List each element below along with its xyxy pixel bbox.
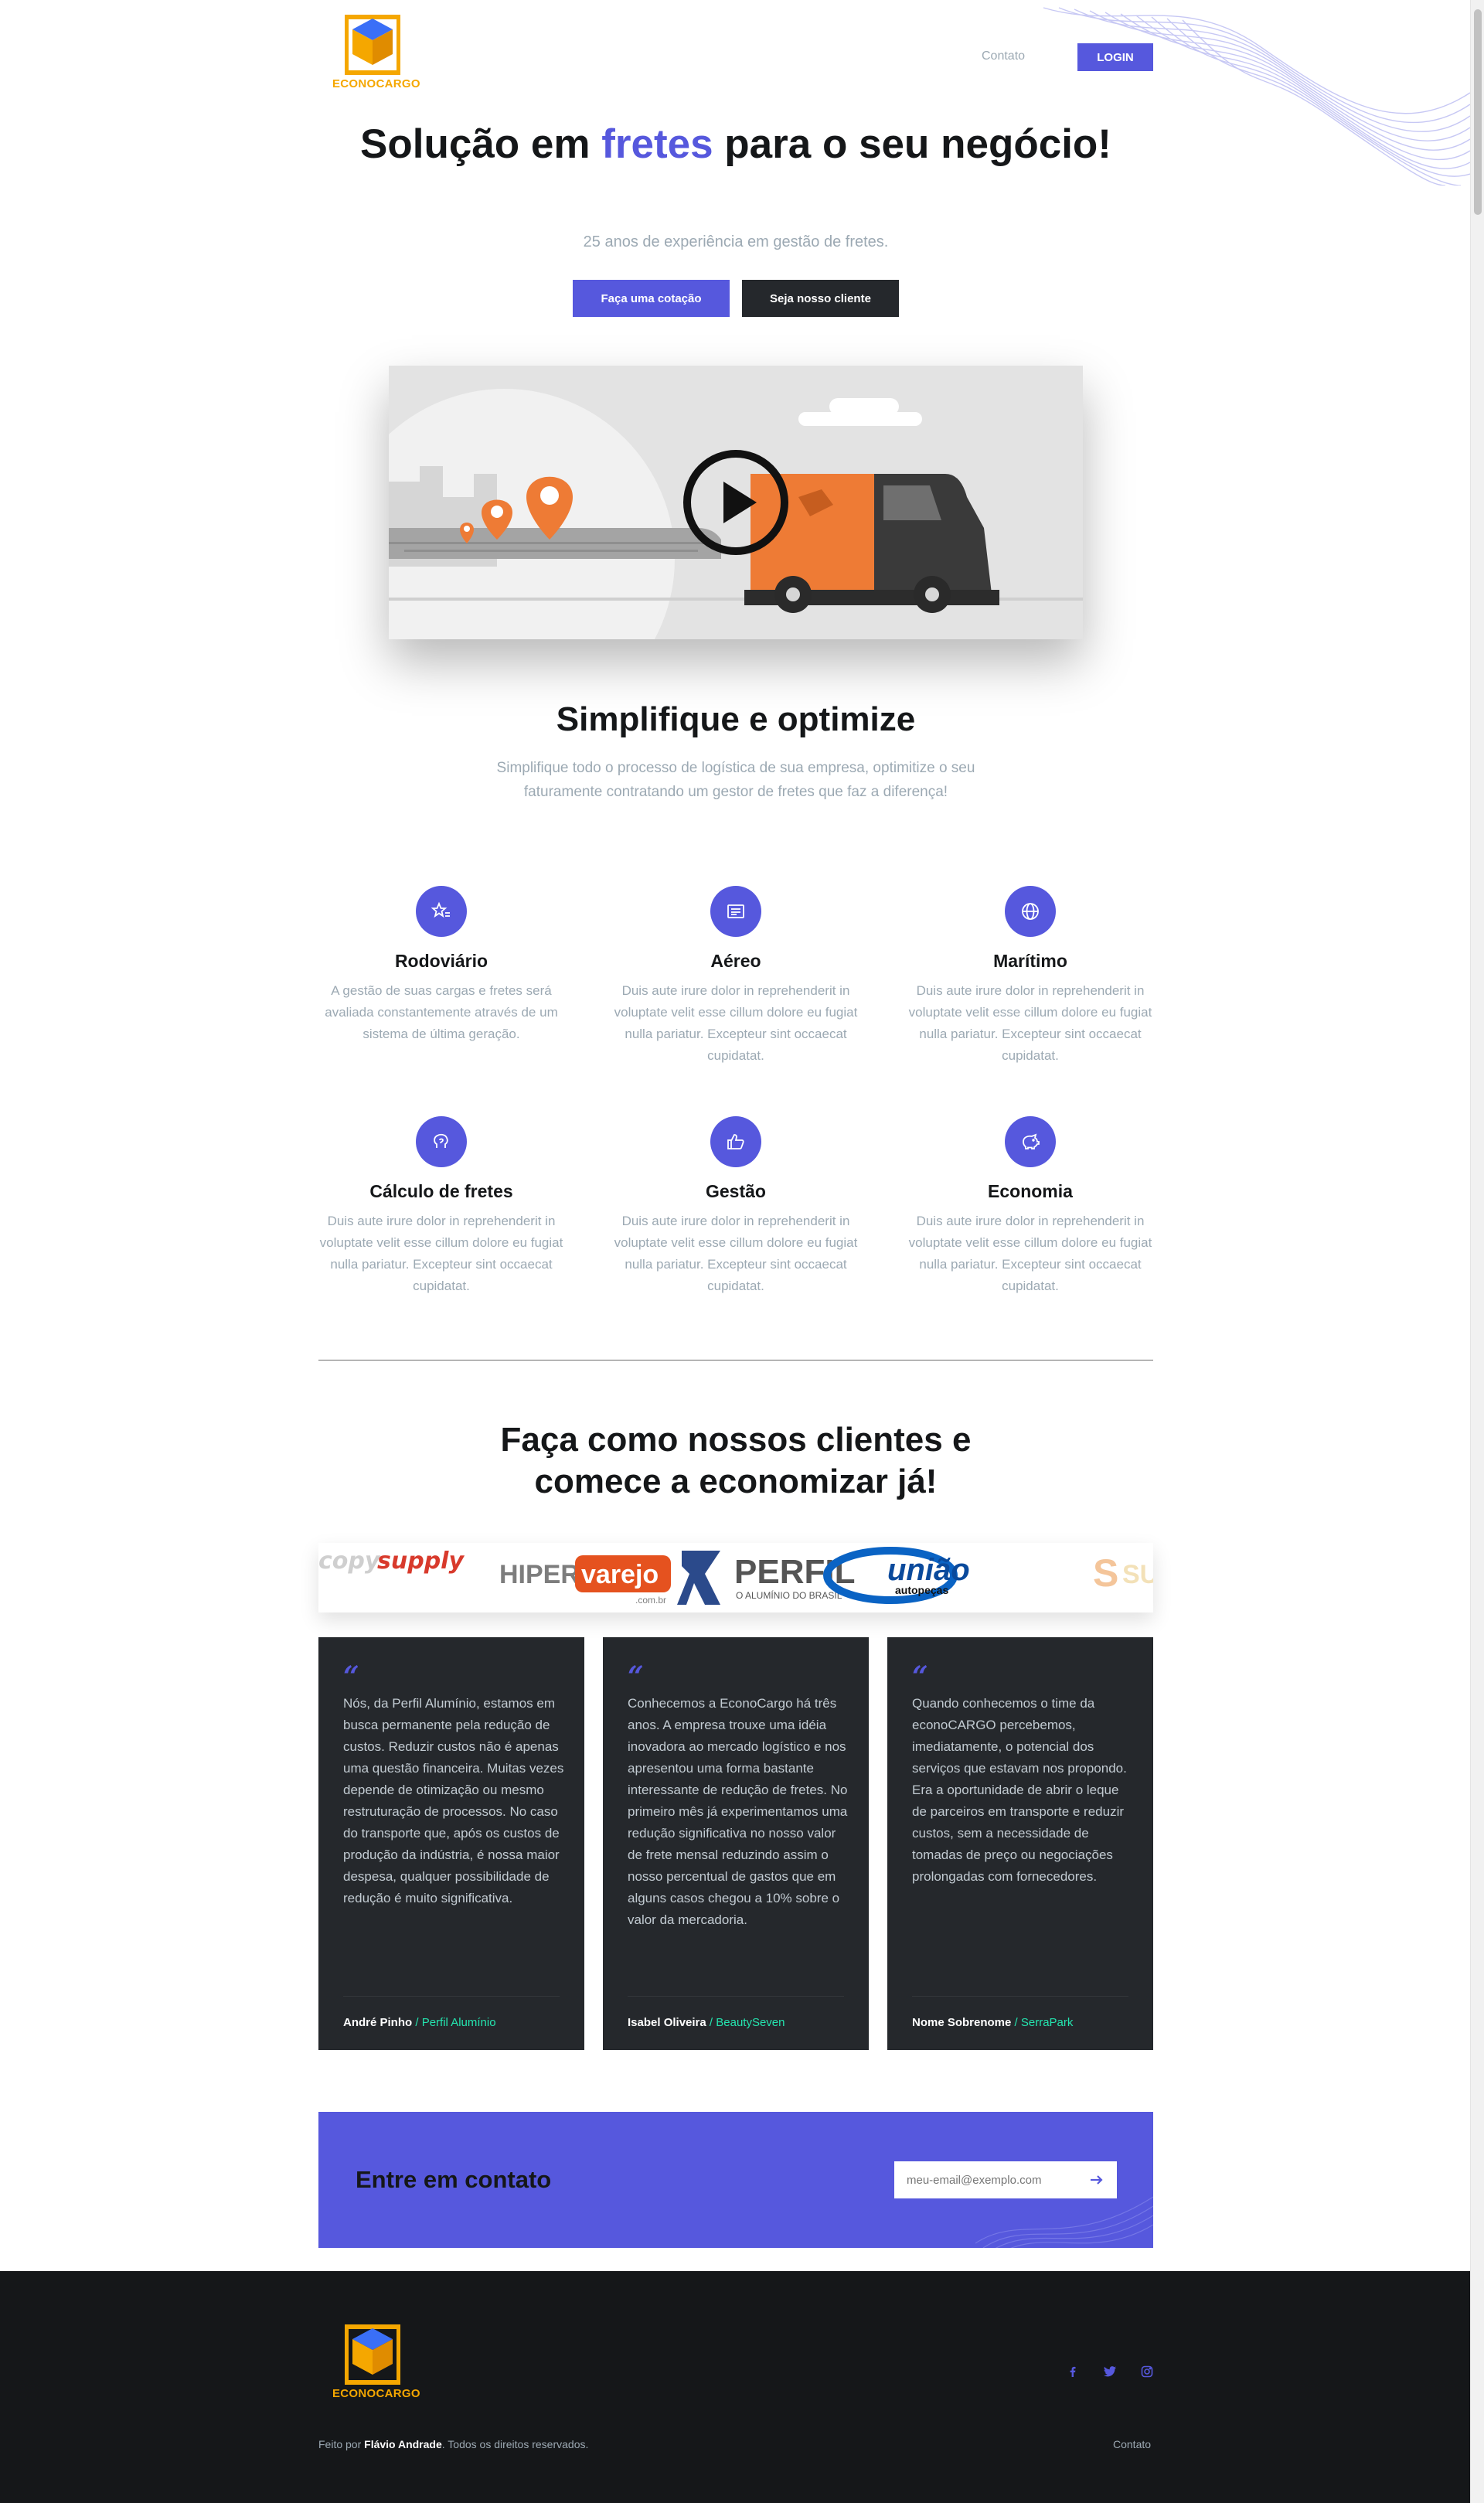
author-company[interactable]: SerraPark: [1021, 2016, 1074, 2029]
arrow-right-icon[interactable]: [1087, 2171, 1106, 2189]
client-logo-copysupply: copy supply: [318, 1548, 465, 1575]
uniao-part: autopeças: [895, 1584, 948, 1596]
login-button[interactable]: LOGIN: [1077, 43, 1153, 71]
testimonial-text: Conhecemos a EconoCargo há três anos. A …: [628, 1696, 848, 1927]
clients-title: Faça como nossos clientes e comece a econ…: [318, 1419, 1153, 1503]
copysupply-part: supply: [377, 1548, 465, 1575]
clients-title-line: Faça como nossos clientes e: [500, 1421, 972, 1459]
hipervarejo-part: varejo: [581, 1560, 659, 1589]
author-separator: /: [1011, 2016, 1021, 2029]
quote-button[interactable]: Faça uma cotação: [573, 280, 730, 317]
copyright-rights: . Todos os direitos reservados.: [441, 2438, 589, 2450]
author-name: André Pinho: [343, 2016, 413, 2029]
testimonial-author: Isabel Oliveira / BeautySeven: [628, 2016, 785, 2029]
feature-title: Marítimo: [993, 951, 1067, 971]
nav-contact-link[interactable]: Contato: [982, 49, 1025, 63]
testimonial-author: Nome Sobrenome / SerraPark: [912, 2016, 1073, 2029]
testimonial-card: “ Conhecemos a EconoCargo há três anos. …: [603, 1637, 869, 2050]
brain-icon: [416, 1116, 467, 1167]
testimonial-divider: [628, 1996, 844, 1997]
hipervarejo-part: HIPER: [499, 1560, 580, 1589]
testimonial-text: Nós, da Perfil Alumínio, estamos em busc…: [343, 1696, 564, 1905]
author-name: Nome Sobrenome: [912, 2016, 1012, 2029]
quote-icon: “: [912, 1660, 928, 1693]
document-icon: [710, 886, 761, 937]
quote-icon: “: [343, 1660, 359, 1693]
cube-logo-icon: [345, 2324, 400, 2385]
copysupply-part: copy: [318, 1548, 381, 1575]
instagram-icon[interactable]: [1138, 2362, 1156, 2381]
features-subtitle: Simplifique todo o processo de logística…: [496, 760, 975, 800]
author-name: Isabel Oliveira: [628, 2016, 706, 2029]
feature-title: Cálculo de fretes: [369, 1181, 513, 1201]
feature-text: Duis aute irure dolor in reprehenderit i…: [614, 1214, 858, 1293]
footer-contact-link[interactable]: Contato: [1113, 2438, 1151, 2450]
cube-logo-icon: [345, 15, 400, 75]
author-company[interactable]: BeautySeven: [716, 2016, 785, 2029]
feature-title: Gestão: [706, 1181, 766, 1201]
page-scrollbar[interactable]: [1470, 0, 1484, 2503]
hero-video[interactable]: [389, 366, 1083, 639]
hero-title-part: para o seu negócio!: [713, 121, 1111, 167]
author-separator: /: [706, 2016, 716, 2029]
client-logos: copy supply HIPER varejo .com.br PERFIL …: [318, 1547, 1153, 1606]
hero-title: Solução em fretes para o seu negócio!: [318, 119, 1153, 170]
footer-brand-name: ECONOCARGO: [332, 2387, 420, 2400]
perfil-part: O ALUMÍNIO DO BRASIL: [736, 1589, 842, 1601]
truck-illustration: [389, 366, 1083, 639]
hero-title-accent: fretes: [601, 121, 713, 167]
footer-logo[interactable]: ECONOCARGO: [332, 2324, 420, 2407]
contact-cta: Entre em contato: [318, 2112, 1153, 2248]
testimonial-divider: [343, 1996, 560, 1997]
twitter-icon[interactable]: [1101, 2362, 1119, 2381]
testimonial-author: André Pinho / Perfil Alumínio: [343, 2016, 496, 2029]
feature-text: Duis aute irure dolor in reprehenderit i…: [319, 1214, 563, 1293]
piggy-bank-icon: [1005, 1116, 1056, 1167]
client-logo-hipervarejo: HIPER varejo .com.br: [499, 1555, 671, 1606]
hipervarejo-part: .com.br: [635, 1595, 666, 1606]
footer-copyright: Feito por Flávio Andrade. Todos os direi…: [318, 2438, 588, 2450]
globe-icon: [1005, 886, 1056, 937]
become-client-button[interactable]: Seja nosso cliente: [742, 280, 899, 317]
email-input[interactable]: [894, 2161, 1117, 2198]
brand-logo[interactable]: ECONOCARGO: [332, 14, 420, 97]
thumbs-up-icon: [710, 1116, 761, 1167]
author-separator: /: [412, 2016, 422, 2029]
clients-title-line: comece a economizar já!: [534, 1463, 938, 1500]
hero-title-part: Solução em: [360, 121, 602, 167]
cta-title: Entre em contato: [356, 2166, 552, 2193]
brand-name: ECONOCARGO: [332, 77, 420, 90]
feature-text: Duis aute irure dolor in reprehenderit i…: [908, 1214, 1152, 1293]
copyright-prefix: Feito por: [318, 2438, 365, 2450]
feature-text: Duis aute irure dolor in reprehenderit i…: [614, 983, 858, 1063]
features-title: Simplifique e optimize: [556, 700, 916, 738]
author-company[interactable]: Perfil Alumínio: [422, 2016, 496, 2029]
testimonial-card: “ Quando conhecemos o time da econoCARGO…: [887, 1637, 1153, 2050]
testimonial-text: Quando conhecemos o time da econoCARGO p…: [912, 1696, 1127, 1884]
feature-title: Economia: [988, 1181, 1073, 1201]
facebook-icon[interactable]: [1064, 2362, 1082, 2381]
client-logos-strip: copy supply HIPER varejo .com.br PERFIL …: [318, 1543, 1153, 1612]
site-header: ECONOCARGO Contato LOGIN: [318, 0, 1153, 108]
partial-logo-part: SU: [1122, 1560, 1153, 1589]
testimonial-divider: [912, 1996, 1128, 1997]
scrollbar-thumb[interactable]: [1474, 9, 1482, 215]
quote-icon: “: [628, 1660, 644, 1693]
hero-subtitle: 25 anos de experiência em gestão de fret…: [583, 233, 889, 250]
site-footer: ECONOCARGO Feito por Flávio Andrade. Tod…: [0, 2271, 1470, 2503]
author-link[interactable]: Flávio Andrade: [364, 2438, 442, 2450]
feature-title: Aéreo: [710, 951, 761, 971]
feature-text: A gestão de suas cargas e fretes será av…: [325, 983, 558, 1041]
partial-logo-part: S: [1093, 1551, 1118, 1595]
client-logo-partial: S SU: [1093, 1551, 1153, 1595]
uniao-part: união: [887, 1553, 970, 1587]
star-list-icon: [416, 886, 467, 937]
feature-text: Duis aute irure dolor in reprehenderit i…: [908, 983, 1152, 1063]
feature-title: Rodoviário: [394, 951, 488, 971]
testimonial-card: “ Nós, da Perfil Alumínio, estamos em bu…: [318, 1637, 584, 2050]
